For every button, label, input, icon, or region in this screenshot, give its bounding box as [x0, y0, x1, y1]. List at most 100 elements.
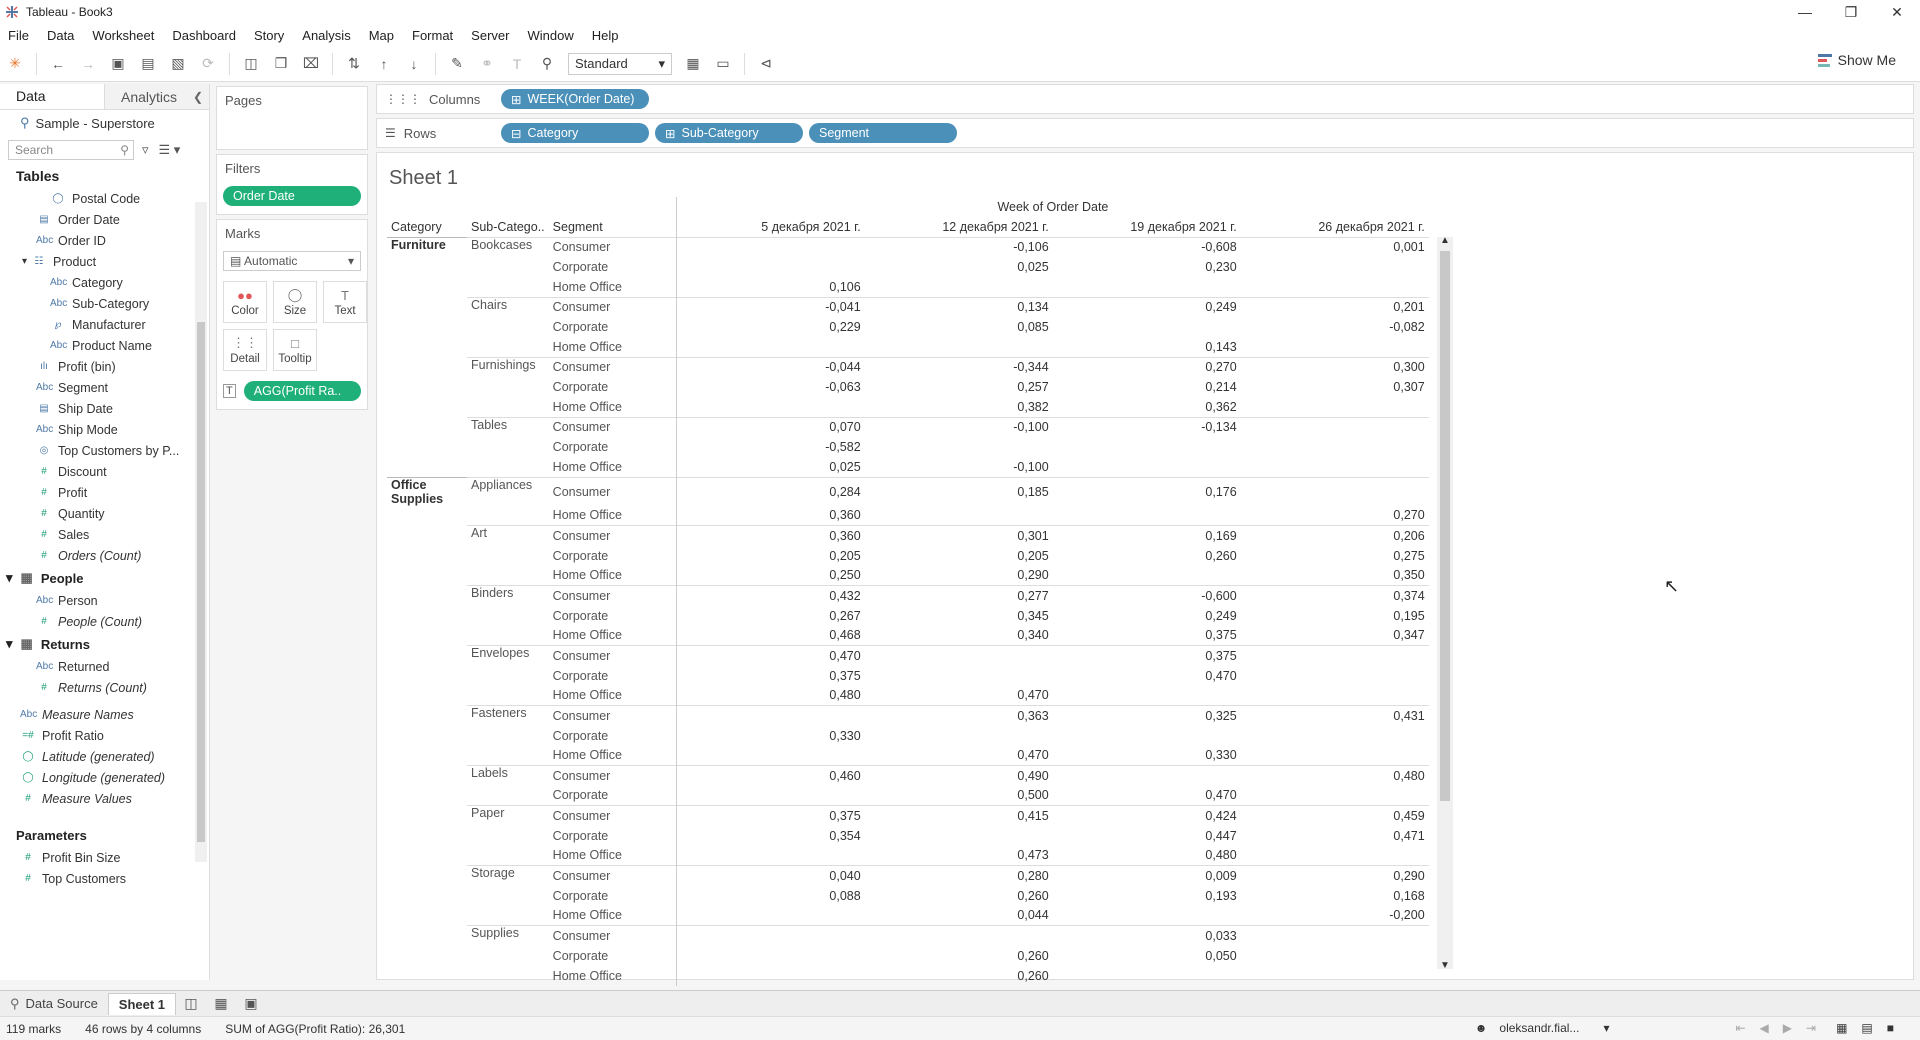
value-cell[interactable]: 0,447: [1053, 826, 1241, 846]
segment-cell[interactable]: Home Office: [549, 457, 677, 477]
value-cell[interactable]: 0,470: [865, 686, 1053, 706]
value-cell[interactable]: 0,363: [864, 705, 1053, 726]
value-cell[interactable]: 0,307: [1241, 377, 1429, 397]
menu-worksheet[interactable]: Worksheet: [92, 28, 154, 43]
category-cell[interactable]: Office Supplies: [387, 476, 467, 506]
collapse-pane-icon[interactable]: ❮: [193, 90, 203, 104]
sub-category-cell[interactable]: Labels: [467, 765, 549, 786]
value-cell[interactable]: 0,009: [1052, 865, 1241, 886]
value-cell[interactable]: 0,470: [865, 746, 1053, 766]
group-members-icon[interactable]: ⚭: [476, 53, 498, 75]
sub-category-header[interactable]: Sub-Catego..: [467, 217, 549, 237]
people-header[interactable]: ▾ ▦ People: [0, 566, 209, 590]
value-cell[interactable]: [1241, 946, 1429, 966]
value-cell[interactable]: 0,085: [865, 317, 1053, 337]
sub-category-cell[interactable]: Fasteners: [467, 705, 549, 726]
field-item[interactable]: ▤ Order Date: [0, 209, 209, 230]
value-cell[interactable]: 0,267: [676, 605, 865, 626]
field-item[interactable]: Abc Sub-Category: [0, 293, 209, 314]
value-cell[interactable]: -0,082: [1241, 317, 1429, 337]
menu-data[interactable]: Data: [47, 28, 74, 43]
value-cell[interactable]: -0,344: [864, 356, 1053, 377]
value-cell[interactable]: 0,050: [1053, 946, 1241, 966]
field-item[interactable]: Abc Ship Mode: [0, 419, 209, 440]
pause-updates-icon[interactable]: ▧: [167, 53, 189, 75]
menu-server[interactable]: Server: [471, 28, 509, 43]
segment-cell[interactable]: Consumer: [548, 705, 677, 726]
tab-sheet-1[interactable]: Sheet 1: [107, 992, 177, 1015]
sub-category-cell[interactable]: Appliances: [467, 476, 549, 506]
scroll-down-icon[interactable]: ▼: [1440, 960, 1450, 971]
value-cell[interactable]: 0,459: [1240, 805, 1429, 826]
value-cell[interactable]: 0,168: [1241, 886, 1429, 906]
value-cell[interactable]: [676, 745, 865, 766]
row-pill-segment[interactable]: Segment: [809, 123, 957, 143]
value-cell[interactable]: [1053, 437, 1241, 457]
param-top-customers[interactable]: # Top Customers: [0, 868, 209, 889]
value-cell[interactable]: [1053, 726, 1241, 746]
segment-cell[interactable]: Consumer: [548, 865, 677, 886]
sheet-sorter-icon[interactable]: ▦: [1836, 1021, 1847, 1035]
value-cell[interactable]: [1241, 397, 1429, 417]
show-cards-icon[interactable]: ▦: [682, 53, 704, 75]
detail-button[interactable]: ⋮⋮ Detail: [223, 329, 267, 371]
value-cell[interactable]: [676, 257, 865, 277]
chevron-down-icon[interactable]: ▾: [1603, 1021, 1609, 1035]
value-cell[interactable]: [865, 726, 1053, 746]
segment-cell[interactable]: Corporate: [549, 666, 677, 686]
segment-cell[interactable]: Corporate: [549, 826, 677, 846]
pages-card[interactable]: Pages: [216, 86, 368, 150]
segment-cell[interactable]: Consumer: [548, 805, 677, 826]
field-measure-values[interactable]: # Measure Values: [0, 788, 209, 809]
category-cell[interactable]: Furniture: [387, 236, 467, 257]
duplicate-sheet-icon[interactable]: ❐: [270, 53, 292, 75]
field-item[interactable]: ▤ Ship Date: [0, 398, 209, 419]
redo-icon[interactable]: →: [77, 53, 99, 75]
value-cell[interactable]: 0,468: [676, 625, 865, 646]
value-cell[interactable]: [676, 236, 865, 257]
scroll-up-icon[interactable]: ▲: [1440, 235, 1450, 246]
value-cell[interactable]: [1240, 476, 1429, 506]
value-cell[interactable]: [676, 397, 865, 417]
segment-cell[interactable]: Consumer: [548, 645, 677, 666]
scrollbar-thumb[interactable]: [197, 322, 205, 842]
user-name[interactable]: oleksandr.fial...: [1499, 1021, 1579, 1035]
minimize-icon[interactable]: —: [1782, 0, 1828, 24]
menu-help[interactable]: Help: [592, 28, 619, 43]
field-item[interactable]: # Quantity: [0, 503, 209, 524]
menu-format[interactable]: Format: [412, 28, 453, 43]
value-cell[interactable]: [1053, 277, 1241, 297]
value-cell[interactable]: 0,193: [1053, 886, 1241, 906]
segment-cell[interactable]: Corporate: [549, 257, 677, 277]
segment-cell[interactable]: Consumer: [548, 416, 677, 437]
segment-cell[interactable]: Home Office: [549, 686, 677, 706]
sort-ascending-icon[interactable]: ↑: [373, 53, 395, 75]
value-cell[interactable]: 0,460: [676, 765, 865, 786]
fit-select[interactable]: Standard ▾: [568, 52, 672, 75]
show-labels-icon[interactable]: T: [506, 53, 528, 75]
restore-icon[interactable]: ❐: [1828, 0, 1874, 24]
value-cell[interactable]: [864, 925, 1053, 946]
value-cell[interactable]: 0,480: [1053, 846, 1241, 866]
field-profit-ratio[interactable]: =# Profit Ratio: [0, 725, 209, 746]
returns-header[interactable]: ▾ ▦ Returns: [0, 632, 209, 656]
menu-file[interactable]: File: [8, 28, 29, 43]
clear-sheet-icon[interactable]: ⌧: [300, 53, 322, 75]
value-cell[interactable]: 0,360: [676, 525, 865, 546]
sub-category-cell[interactable]: Paper: [467, 805, 549, 826]
value-cell[interactable]: [1241, 726, 1429, 746]
value-cell[interactable]: 0,354: [676, 825, 865, 846]
value-cell[interactable]: 0,206: [1240, 525, 1429, 546]
week-header-2[interactable]: 12 декабря 2021 г.: [865, 217, 1053, 237]
value-cell[interactable]: [1241, 437, 1429, 457]
row-pill-sub-category[interactable]: ⊞ Sub-Category: [655, 123, 803, 143]
value-cell[interactable]: [864, 645, 1053, 666]
value-cell[interactable]: [1241, 686, 1429, 706]
sub-category-cell[interactable]: Supplies: [467, 925, 549, 946]
field-item[interactable]: Abc Order ID: [0, 230, 209, 251]
value-cell[interactable]: 0,480: [1240, 765, 1429, 786]
column-pill-week-order-date[interactable]: ⊞ WEEK(Order Date): [501, 89, 649, 109]
viz-scrollbar[interactable]: ▲ ▼: [1437, 235, 1453, 971]
menu-map[interactable]: Map: [369, 28, 394, 43]
value-cell[interactable]: [1053, 566, 1241, 586]
